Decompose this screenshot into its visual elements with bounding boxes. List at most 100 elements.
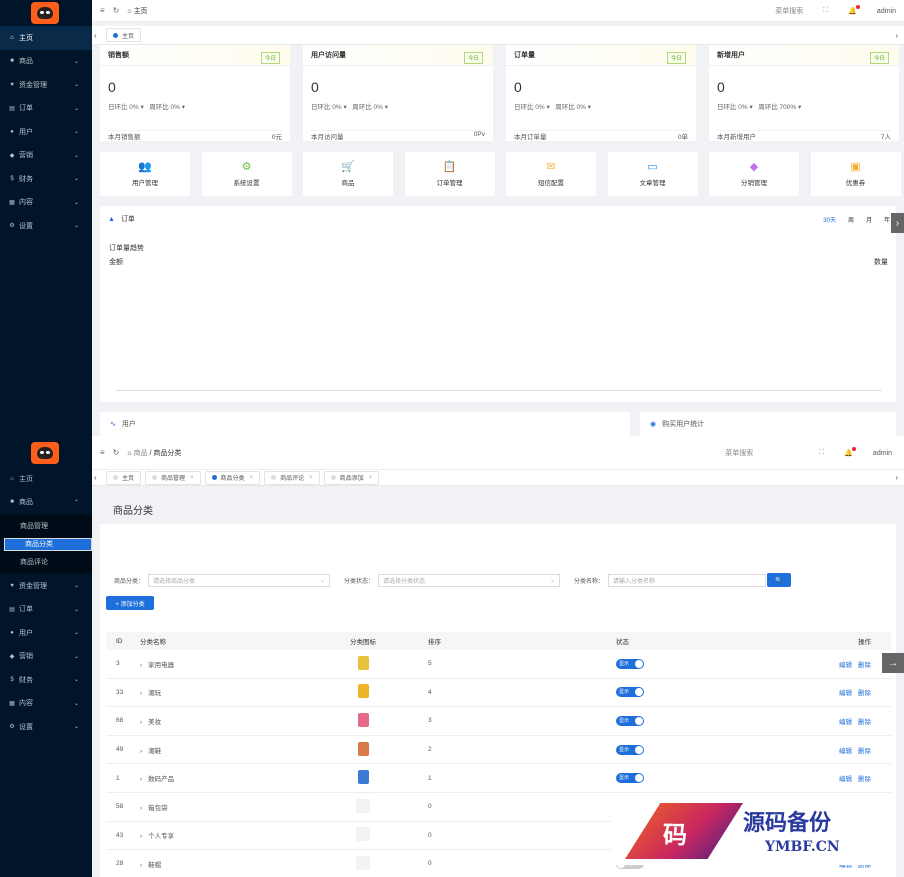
edit-link[interactable]: 编辑	[839, 748, 852, 755]
quick-link[interactable]: 🛒 商品	[303, 152, 393, 196]
user-icon: ●	[10, 128, 14, 135]
app-logo[interactable]	[31, 2, 59, 24]
sidebar-item[interactable]: ♥ 资金管理 ⌄	[0, 73, 92, 97]
status-toggle[interactable]: 显示	[616, 658, 644, 669]
expand-icon[interactable]: ›	[140, 662, 142, 669]
status-select[interactable]: 请选择分类状态 ⌄	[378, 573, 561, 587]
expand-icon[interactable]: ›	[140, 690, 142, 697]
close-icon[interactable]: ×	[369, 475, 373, 481]
submenu-item-label: 商品管理	[20, 522, 48, 530]
delete-link[interactable]: 删除	[858, 662, 871, 669]
period-filter[interactable]: 周	[848, 215, 854, 224]
quick-link[interactable]: ▣ 优惠券	[810, 152, 901, 196]
tabs-right-icon[interactable]: ›	[895, 31, 898, 40]
next-arrow-icon[interactable]: →	[882, 653, 904, 673]
app-logo[interactable]	[31, 442, 59, 464]
status-toggle[interactable]: 显示	[616, 687, 644, 698]
sidebar-item[interactable]: ■ 商品 ⌃	[0, 491, 92, 515]
tab-item[interactable]: 商品添加 ×	[323, 470, 380, 485]
delete-link[interactable]: 删除	[858, 690, 871, 697]
row-id: 3	[116, 660, 120, 668]
sidebar-item[interactable]: ● 用户 ⌄	[0, 621, 92, 645]
bottle-icon	[357, 712, 369, 727]
search-button[interactable]: 🔍	[767, 573, 792, 587]
submenu-item[interactable]: 商品评论	[0, 550, 92, 574]
expand-icon[interactable]: ›	[140, 805, 142, 812]
bell-icon[interactable]: 🔔	[844, 447, 856, 457]
quick-link[interactable]: 📋 订单管理	[404, 152, 495, 196]
sidebar-item[interactable]: ■ 商品 ⌄	[0, 50, 92, 74]
expand-icon[interactable]: ›	[140, 776, 142, 783]
tab-item[interactable]: 商品分类 ×	[204, 470, 261, 485]
sidebar-item[interactable]: ⌂ 主页	[0, 26, 92, 50]
sidebar-item[interactable]: ⚙ 设置 ⌄	[0, 715, 92, 739]
tabs-right-icon[interactable]: ›	[895, 473, 898, 482]
expand-icon[interactable]: ›	[140, 748, 142, 755]
sidebar-item[interactable]: ▤ 订单 ⌄	[0, 97, 92, 121]
tabs-left-icon[interactable]: ‹	[94, 473, 97, 482]
expand-icon[interactable]: ›	[140, 719, 142, 726]
period-filter[interactable]: 年	[884, 215, 890, 224]
fullscreen-icon[interactable]: ⛶	[819, 449, 824, 457]
name-search-input[interactable]: 请输入分类名称	[608, 573, 767, 587]
refresh-icon[interactable]: ↻	[113, 6, 120, 15]
user-menu[interactable]: admin	[873, 450, 892, 457]
sidebar-item[interactable]: ▦ 内容 ⌄	[0, 692, 92, 716]
period-filter[interactable]: 月	[866, 215, 872, 224]
sidebar-item[interactable]: ● 用户 ⌄	[0, 120, 92, 144]
period-filter[interactable]: 30天	[823, 215, 836, 224]
submenu-item[interactable]: 商品管理	[0, 514, 92, 538]
tab-item[interactable]: 商品管理 ×	[145, 470, 201, 485]
fullscreen-icon[interactable]: ⛶	[823, 7, 828, 15]
edit-link[interactable]: 编辑	[839, 662, 852, 669]
close-icon[interactable]: ×	[250, 475, 254, 481]
quick-link[interactable]: ⚙ 系统设置	[201, 152, 292, 196]
sidebar-item[interactable]: ◆ 营销 ⌄	[0, 144, 92, 168]
status-toggle[interactable]: 显示	[616, 744, 644, 755]
tab-home[interactable]: 主页	[106, 28, 142, 42]
close-icon[interactable]: ×	[190, 475, 194, 481]
edit-link[interactable]: 编辑	[839, 719, 852, 726]
quick-link[interactable]: ✉ 短信配置	[506, 152, 596, 196]
quick-link[interactable]: ▭ 文章管理	[607, 152, 698, 196]
row-actions: 编辑删除	[716, 773, 891, 783]
menu-search-input[interactable]: 菜单搜索	[725, 448, 753, 458]
table-row: 33 › 潮玩 4 显示 编辑 删除	[106, 679, 891, 708]
menu-toggle-icon[interactable]: ≡	[100, 448, 105, 457]
edit-link[interactable]: 编辑	[839, 776, 852, 783]
quick-link-label: 用户管理	[132, 180, 158, 187]
sidebar-item[interactable]: ▤ 订单 ⌄	[0, 598, 92, 622]
expand-icon[interactable]: ›	[140, 833, 142, 840]
delete-link[interactable]: 删除	[858, 776, 871, 783]
side-scroll-icon[interactable]: ›	[891, 213, 904, 233]
breadcrumb-goods[interactable]: 商品	[134, 450, 148, 457]
user-menu[interactable]: admin	[877, 8, 896, 15]
edit-link[interactable]: 编辑	[839, 690, 852, 697]
delete-link[interactable]: 删除	[858, 719, 871, 726]
category-select[interactable]: 请选择商品分类 ⌄	[148, 573, 331, 587]
sidebar-item[interactable]: $ 财务 ⌄	[0, 668, 92, 692]
status-toggle[interactable]: 显示	[616, 715, 644, 726]
quick-link[interactable]: ◆ 分销管理	[709, 152, 799, 196]
sidebar-item[interactable]: ⚙ 设置 ⌄	[0, 214, 92, 238]
quick-link[interactable]: 👥 用户管理	[100, 152, 190, 196]
submenu-item[interactable]: 商品分类	[4, 537, 92, 551]
sidebar-item[interactable]: ⌂ 主页	[0, 467, 92, 491]
tab-item[interactable]: 主页	[106, 470, 142, 485]
menu-toggle-icon[interactable]: ≡	[100, 6, 105, 15]
bell-icon[interactable]: 🔔	[848, 5, 860, 15]
refresh-icon[interactable]: ↻	[113, 448, 120, 457]
sidebar-item[interactable]: ♥ 资金管理 ⌄	[0, 574, 92, 598]
sidebar-item[interactable]: $ 财务 ⌄	[0, 167, 92, 191]
tabs-left-icon[interactable]: ‹	[94, 31, 97, 40]
add-category-button[interactable]: + 添加分类	[106, 596, 154, 610]
sidebar-item[interactable]: ◆ 营销 ⌄	[0, 645, 92, 669]
tab-item[interactable]: 商品评论 ×	[264, 470, 320, 485]
delete-link[interactable]: 删除	[858, 748, 871, 755]
menu-search-input[interactable]: 菜单搜索	[775, 6, 803, 16]
expand-icon[interactable]: ›	[140, 862, 142, 869]
row-name: › 数码产品	[140, 773, 298, 783]
close-icon[interactable]: ×	[309, 475, 313, 481]
sidebar-item[interactable]: ▦ 内容 ⌄	[0, 191, 92, 215]
status-toggle[interactable]: 显示	[616, 773, 644, 784]
